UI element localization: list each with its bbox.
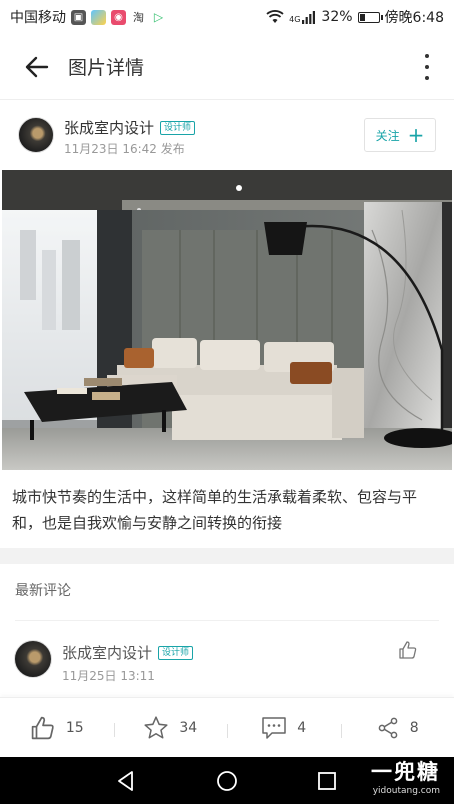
- living-room-photo[interactable]: [2, 170, 452, 470]
- system-nav-bar: 一兜糖 yidoutang.com: [0, 757, 454, 804]
- commenter-avatar[interactable]: [14, 640, 52, 678]
- play-app-icon: ▷: [153, 10, 164, 24]
- comment-button[interactable]: 4: [227, 716, 341, 740]
- watermark-site: yidoutang.com: [372, 786, 440, 796]
- designer-badge: 设计师: [160, 120, 196, 135]
- bunny-app-icon: ◉: [111, 9, 126, 25]
- author-avatar[interactable]: [18, 117, 54, 153]
- more-dot: [425, 76, 429, 80]
- more-dot: [425, 65, 429, 69]
- status-right: 4G 32% 傍晚6:48: [266, 7, 444, 27]
- favorite-button[interactable]: 34: [113, 715, 228, 741]
- clock: 傍晚6:48: [384, 10, 444, 26]
- network-type: 4G: [289, 15, 301, 24]
- star-icon: [144, 715, 168, 739]
- taobao-app-icon: 淘: [133, 11, 144, 24]
- thumbs-up-icon[interactable]: [398, 640, 418, 660]
- comment-time: 11月25日 13:11: [62, 669, 155, 683]
- author-name-line[interactable]: 张成室内设计 设计师: [64, 117, 196, 138]
- like-button[interactable]: 15: [0, 715, 114, 741]
- comment-bubble-icon: [262, 716, 287, 739]
- battery-percent: 32%: [321, 9, 353, 25]
- nav-back-icon[interactable]: [114, 769, 138, 793]
- signal-icon: [302, 10, 316, 24]
- more-options-button[interactable]: [422, 54, 432, 80]
- follow-button[interactable]: 关注 +: [364, 118, 436, 152]
- commenter-name[interactable]: 张成室内设计: [62, 642, 152, 663]
- status-left: 中国移动 ▣ ◉ 淘 ▷: [10, 7, 166, 27]
- share-button[interactable]: 8: [340, 716, 454, 740]
- battery-icon: [357, 11, 383, 23]
- more-dot: [425, 54, 429, 58]
- back-button[interactable]: [12, 42, 62, 92]
- status-bar: 中国移动 ▣ ◉ 淘 ▷ 4G 32% 傍晚6:48: [0, 0, 454, 34]
- wifi-icon: [266, 10, 284, 23]
- post-time: 11月23日 16:42 发布: [64, 142, 185, 156]
- plus-icon: +: [407, 123, 425, 147]
- follow-label: 关注: [375, 128, 400, 143]
- watermark-brand: 一兜糖: [371, 759, 440, 784]
- nav-recents-icon[interactable]: [315, 769, 339, 793]
- living-room-illustration: [2, 170, 452, 470]
- favorite-count: 34: [179, 719, 198, 736]
- comments-separator: [15, 620, 439, 621]
- author-name[interactable]: 张成室内设计: [64, 117, 154, 138]
- comment-count: 4: [297, 719, 307, 736]
- page-title: 图片详情: [68, 57, 145, 79]
- share-icon: [378, 717, 398, 738]
- gallery-app-icon: [91, 9, 106, 25]
- author-row: 张成室内设计 设计师 11月23日 16:42 发布 关注 +: [0, 100, 454, 170]
- bottom-action-bar: 15 34 4 8: [0, 697, 454, 757]
- commenter-name-line[interactable]: 张成室内设计 设计师: [62, 642, 194, 663]
- arrow-left-icon: [25, 56, 49, 77]
- carrier-label: 中国移动: [10, 10, 66, 26]
- photo-caption: 城市快节奏的生活中，这样简单的生活承载着柔软、包容与平和，也是自我欢愉与安静之间…: [12, 488, 418, 532]
- comment-item: 张成室内设计 设计师 11月25日 13:11: [0, 630, 454, 690]
- like-count: 15: [65, 719, 84, 736]
- watermark: 一兜糖 yidoutang.com: [371, 759, 440, 797]
- thumbs-up-icon: [31, 716, 54, 739]
- designer-badge: 设计师: [158, 645, 194, 660]
- nav-home-icon[interactable]: [215, 769, 239, 793]
- section-divider: [0, 548, 454, 564]
- photo-app-icon: ▣: [71, 9, 86, 25]
- top-app-bar: 图片详情: [0, 34, 454, 100]
- comments-section-title: 最新评论: [15, 583, 71, 599]
- share-count: 8: [409, 719, 419, 736]
